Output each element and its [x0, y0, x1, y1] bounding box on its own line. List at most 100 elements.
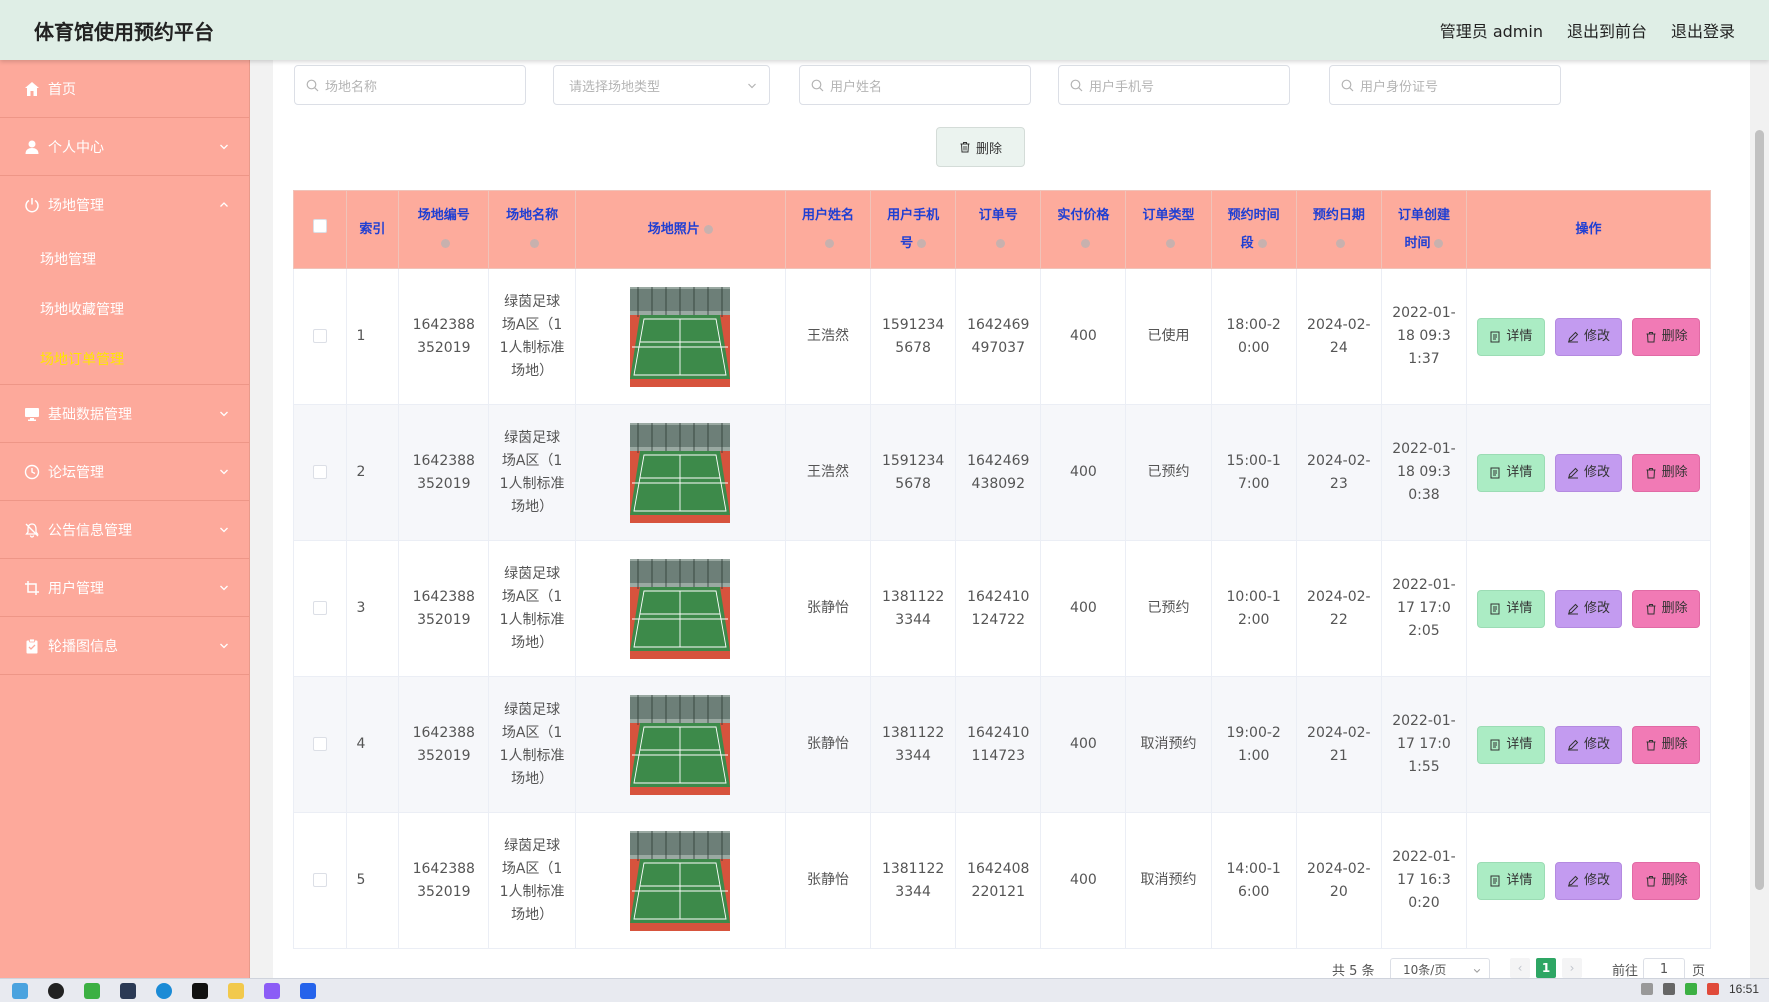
- bell-off-icon: [24, 522, 40, 538]
- detail-button[interactable]: 详情: [1477, 453, 1545, 492]
- folder-icon[interactable]: [228, 982, 244, 999]
- user-phone-input[interactable]: 用户手机号: [1058, 65, 1290, 105]
- vertical-scrollbar[interactable]: [1750, 60, 1769, 978]
- detail-button[interactable]: 详情: [1477, 725, 1545, 764]
- exit-to-front-link[interactable]: 退出到前台: [1567, 18, 1647, 42]
- search-icon: [1341, 79, 1354, 92]
- batch-delete-button[interactable]: 删除: [936, 127, 1025, 167]
- row-select-cell[interactable]: [293, 540, 347, 677]
- cell-actions: 详情 修改 删除: [1466, 268, 1711, 405]
- user-id-input[interactable]: 用户身份证号: [1329, 65, 1561, 105]
- col-header-venue-no[interactable]: 场地编号: [398, 190, 490, 269]
- sidebar-item-basic-data[interactable]: 基础数据管理: [0, 385, 249, 443]
- cell-order-no: 1642410114723: [955, 676, 1042, 813]
- chevron-down-icon: [1473, 969, 1481, 973]
- logout-link[interactable]: 退出登录: [1671, 18, 1735, 42]
- sidebar-item-forum[interactable]: 论坛管理: [0, 443, 249, 501]
- sidebar-subitem-venue-orders[interactable]: 场地订单管理: [0, 334, 249, 384]
- row-select-cell[interactable]: [293, 676, 347, 813]
- sidebar-item-users[interactable]: 用户管理: [0, 559, 249, 617]
- qq-icon[interactable]: [48, 982, 64, 999]
- volume-icon[interactable]: [1662, 983, 1675, 995]
- app-icon[interactable]: [300, 982, 316, 999]
- col-header-order-no[interactable]: 订单号: [955, 190, 1042, 269]
- row-checkbox[interactable]: [312, 601, 327, 615]
- edit-button[interactable]: 修改: [1554, 453, 1623, 492]
- delete-button[interactable]: 删除: [1632, 317, 1700, 356]
- app-tray-icon[interactable]: [1706, 983, 1719, 995]
- cell-index: 1: [345, 268, 400, 405]
- app-icon[interactable]: [120, 982, 136, 999]
- sidebar-subitem-venue-favorites[interactable]: 场地收藏管理: [0, 284, 249, 334]
- col-header-venue-name[interactable]: 场地名称: [488, 190, 576, 269]
- cell-created: 2022-01-18 09:31:37: [1380, 268, 1468, 405]
- cell-created: 2022-01-17 17:02:05: [1380, 540, 1468, 677]
- col-header-date[interactable]: 预约日期: [1295, 190, 1382, 269]
- detail-button[interactable]: 详情: [1477, 589, 1545, 628]
- table-header-row: 索引 场地编号 场地名称 场地照片 用户姓名 用户手机号 订单号 实付价格 订单…: [293, 190, 1711, 269]
- row-checkbox[interactable]: [312, 873, 327, 887]
- pycharm-icon[interactable]: [192, 982, 208, 999]
- venue-name-input[interactable]: 场地名称: [294, 65, 526, 105]
- user-name-input[interactable]: 用户姓名: [799, 65, 1031, 105]
- venue-photo: [630, 830, 731, 931]
- cell-order-no: 1642469438092: [955, 404, 1042, 541]
- edit-icon: [1568, 331, 1579, 342]
- row-checkbox[interactable]: [312, 465, 327, 479]
- sidebar-item-label: 用户管理: [48, 580, 104, 597]
- row-checkbox[interactable]: [312, 737, 327, 751]
- cell-time-slot: 18:00-20:00: [1210, 268, 1297, 405]
- detail-button[interactable]: 详情: [1477, 317, 1545, 356]
- edit-button[interactable]: 修改: [1554, 725, 1623, 764]
- scrollbar-thumb[interactable]: [1755, 130, 1764, 890]
- venue-type-select[interactable]: 请选择场地类型: [553, 65, 770, 105]
- delete-button[interactable]: 删除: [1632, 725, 1700, 764]
- cell-date: 2024-02-20: [1295, 812, 1382, 949]
- row-select-cell[interactable]: [293, 404, 347, 541]
- edge-icon[interactable]: [156, 982, 172, 999]
- sidebar-subitem-venue[interactable]: 场地管理: [0, 234, 249, 284]
- col-header-time-slot[interactable]: 预约时间段: [1210, 190, 1297, 269]
- row-checkbox[interactable]: [312, 329, 327, 343]
- sidebar-item-venue-management[interactable]: 场地管理: [0, 176, 249, 234]
- sidebar-item-home[interactable]: 首页: [0, 60, 249, 118]
- edit-button[interactable]: 修改: [1554, 589, 1623, 628]
- col-header-user-phone[interactable]: 用户手机号: [870, 190, 957, 269]
- col-header-venue-photo[interactable]: 场地照片: [574, 190, 786, 269]
- sidebar-item-carousel[interactable]: 轮播图信息: [0, 617, 249, 675]
- delete-button[interactable]: 删除: [1632, 589, 1700, 628]
- wechat-icon[interactable]: [84, 982, 100, 999]
- header-actions: 管理员 admin 退出到前台 退出登录: [1440, 18, 1735, 42]
- tray-icon[interactable]: [1640, 983, 1653, 995]
- delete-button[interactable]: 删除: [1632, 453, 1700, 492]
- cell-index: 2: [345, 404, 400, 541]
- col-header-order-type[interactable]: 订单类型: [1125, 190, 1212, 269]
- cell-created: 2022-01-17 16:30:20: [1380, 812, 1468, 949]
- sidebar-item-announcements[interactable]: 公告信息管理: [0, 501, 249, 559]
- select-all-header[interactable]: [293, 190, 347, 269]
- app-icon[interactable]: [264, 982, 280, 999]
- user-icon: [24, 139, 40, 155]
- cell-time-slot: 14:00-16:00: [1210, 812, 1297, 949]
- col-header-price[interactable]: 实付价格: [1040, 190, 1127, 269]
- delete-button[interactable]: 删除: [1632, 861, 1700, 900]
- document-icon: [1490, 603, 1500, 614]
- detail-button[interactable]: 详情: [1477, 861, 1545, 900]
- col-header-created[interactable]: 订单创建时间: [1380, 190, 1468, 269]
- next-page-button[interactable]: ›: [1562, 958, 1582, 978]
- sidebar-item-label: 首页: [48, 81, 76, 98]
- edit-button[interactable]: 修改: [1554, 317, 1623, 356]
- sidebar-item-personal-center[interactable]: 个人中心: [0, 118, 249, 176]
- col-header-user-name[interactable]: 用户姓名: [784, 190, 872, 269]
- cell-venue-no: 1642388352019: [398, 676, 490, 813]
- prev-page-button[interactable]: ‹: [1510, 958, 1530, 978]
- row-select-cell[interactable]: [293, 812, 347, 949]
- row-select-cell[interactable]: [293, 268, 347, 405]
- start-icon[interactable]: [12, 982, 28, 999]
- wechat-tray-icon[interactable]: [1684, 983, 1697, 995]
- edit-button[interactable]: 修改: [1554, 861, 1623, 900]
- cell-venue-no: 1642388352019: [398, 540, 490, 677]
- page-number-current[interactable]: 1: [1536, 958, 1556, 978]
- select-all-checkbox[interactable]: [312, 218, 327, 233]
- home-icon: [24, 81, 40, 97]
